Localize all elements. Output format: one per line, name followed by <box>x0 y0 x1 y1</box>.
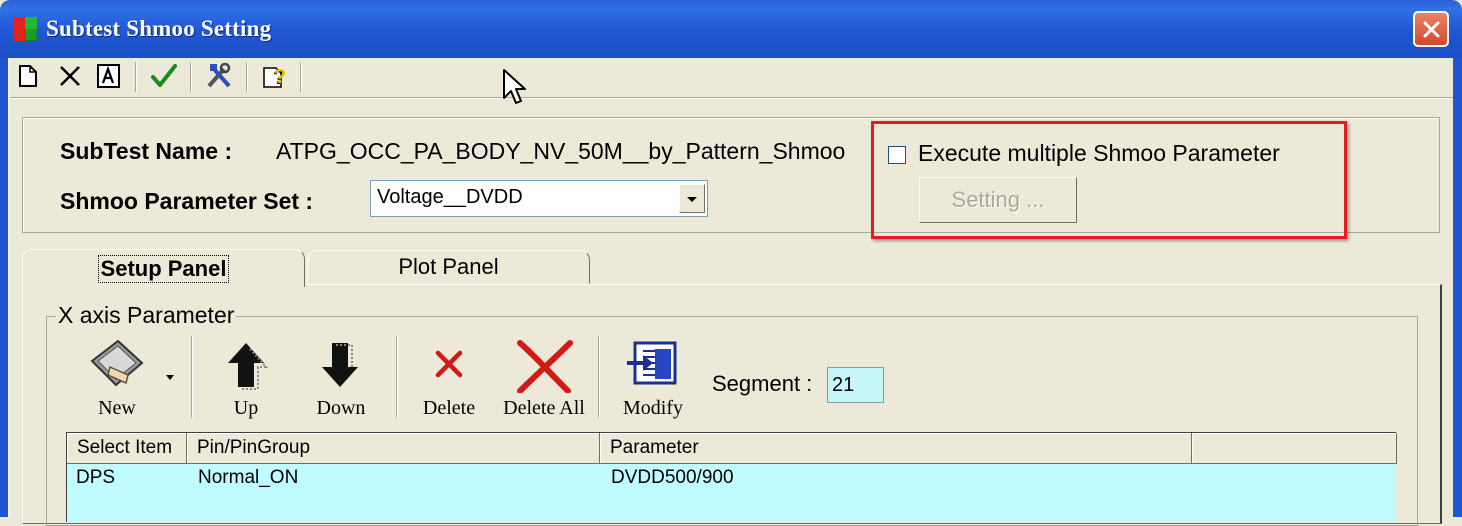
text-icon <box>97 64 120 88</box>
help-button[interactable]: ? ? <box>258 60 290 92</box>
delete-all-button[interactable]: Delete All <box>500 335 588 421</box>
tools-button[interactable] <box>203 60 235 92</box>
chevron-down-icon <box>166 375 174 380</box>
new-button[interactable]: New <box>80 335 154 421</box>
modify-button-label: Modify <box>623 397 683 419</box>
tab-label: Plot Panel <box>398 254 499 279</box>
mouse-cursor-icon <box>503 69 526 104</box>
tab-label: Setup Panel <box>97 254 230 283</box>
shmoo-parameter-set-label: Shmoo Parameter Set : <box>60 188 314 214</box>
column-header-parameter[interactable]: Parameter <box>600 433 1192 464</box>
new-button-label: New <box>98 397 136 419</box>
tab-plot-panel[interactable]: Plot Panel <box>307 250 590 284</box>
delete-x-icon <box>435 350 463 378</box>
button-group-separator <box>396 336 398 418</box>
table-cell-parameter[interactable]: DVDD500/900 <box>611 467 734 489</box>
svg-text:?: ? <box>274 66 286 88</box>
delete-button[interactable]: Delete <box>418 335 480 421</box>
down-button[interactable]: Down <box>308 335 374 421</box>
table-cell-pin[interactable]: Normal_ON <box>198 467 298 489</box>
toolbar-separator <box>135 62 137 92</box>
table-cell-select-item[interactable]: DPS <box>76 467 115 489</box>
up-button-label: Up <box>233 397 259 419</box>
tools-icon <box>207 62 231 88</box>
arrow-up-icon <box>228 343 268 390</box>
column-header-empty[interactable] <box>1192 433 1397 464</box>
shmoo-parameter-set-value: Voltage__DVDD <box>377 186 523 208</box>
new-file-icon <box>19 65 37 87</box>
delete-button-label: Delete <box>422 397 476 419</box>
segment-label: Segment : <box>712 371 813 396</box>
delete-all-button-label: Delete All <box>503 397 585 419</box>
button-group-separator <box>598 336 600 418</box>
window-border-right <box>1453 58 1462 517</box>
chevron-down-icon <box>687 197 697 202</box>
text-button[interactable] <box>93 60 125 92</box>
modify-icon <box>627 341 677 385</box>
delete-toolbar-button[interactable] <box>54 60 86 92</box>
toolbar-separator <box>246 62 248 92</box>
new-item-icon <box>90 339 144 387</box>
subtest-name-value: ATPG_OCC_PA_BODY_NV_50M__by_Pattern_Shmo… <box>276 138 846 164</box>
apply-button[interactable] <box>148 60 180 92</box>
window-border-left <box>0 58 8 517</box>
app-icon <box>12 16 38 42</box>
segment-input[interactable]: 21 <box>827 367 884 403</box>
window-border-left-inner <box>8 58 10 517</box>
window-title: Subtest Shmoo Setting <box>46 16 272 41</box>
check-icon <box>151 64 177 87</box>
toolbar-separator <box>190 62 192 92</box>
help-icon: ? ? <box>263 66 286 89</box>
arrow-down-icon <box>322 343 358 387</box>
new-file-button[interactable] <box>12 60 44 92</box>
down-button-label: Down <box>316 397 366 419</box>
column-header-pin-pingroup[interactable]: Pin/PinGroup <box>187 433 600 464</box>
close-icon <box>1423 21 1440 38</box>
new-dropdown-arrow[interactable] <box>164 369 178 387</box>
x-axis-parameter-legend: X axis Parameter <box>56 302 237 329</box>
dropdown-button[interactable] <box>679 184 705 213</box>
toolbar-separator <box>300 62 302 92</box>
delete-icon <box>60 66 80 86</box>
close-button[interactable] <box>1413 11 1449 47</box>
toolbar-divider <box>10 97 1453 99</box>
column-header-select-item[interactable]: Select Item <box>67 433 187 464</box>
subtest-name-label: SubTest Name : <box>60 138 233 164</box>
delete-all-icon <box>517 340 573 393</box>
button-group-separator <box>191 336 193 418</box>
tab-setup-panel[interactable]: Setup Panel <box>22 249 305 287</box>
highlight-annotation <box>871 121 1347 239</box>
parameter-grid[interactable]: Select Item Pin/PinGroup Parameter DPS N… <box>66 432 1397 522</box>
modify-button[interactable]: Modify <box>617 335 689 421</box>
shmoo-parameter-set-select[interactable]: Voltage__DVDD <box>370 180 708 217</box>
up-button[interactable]: Up <box>214 335 278 421</box>
